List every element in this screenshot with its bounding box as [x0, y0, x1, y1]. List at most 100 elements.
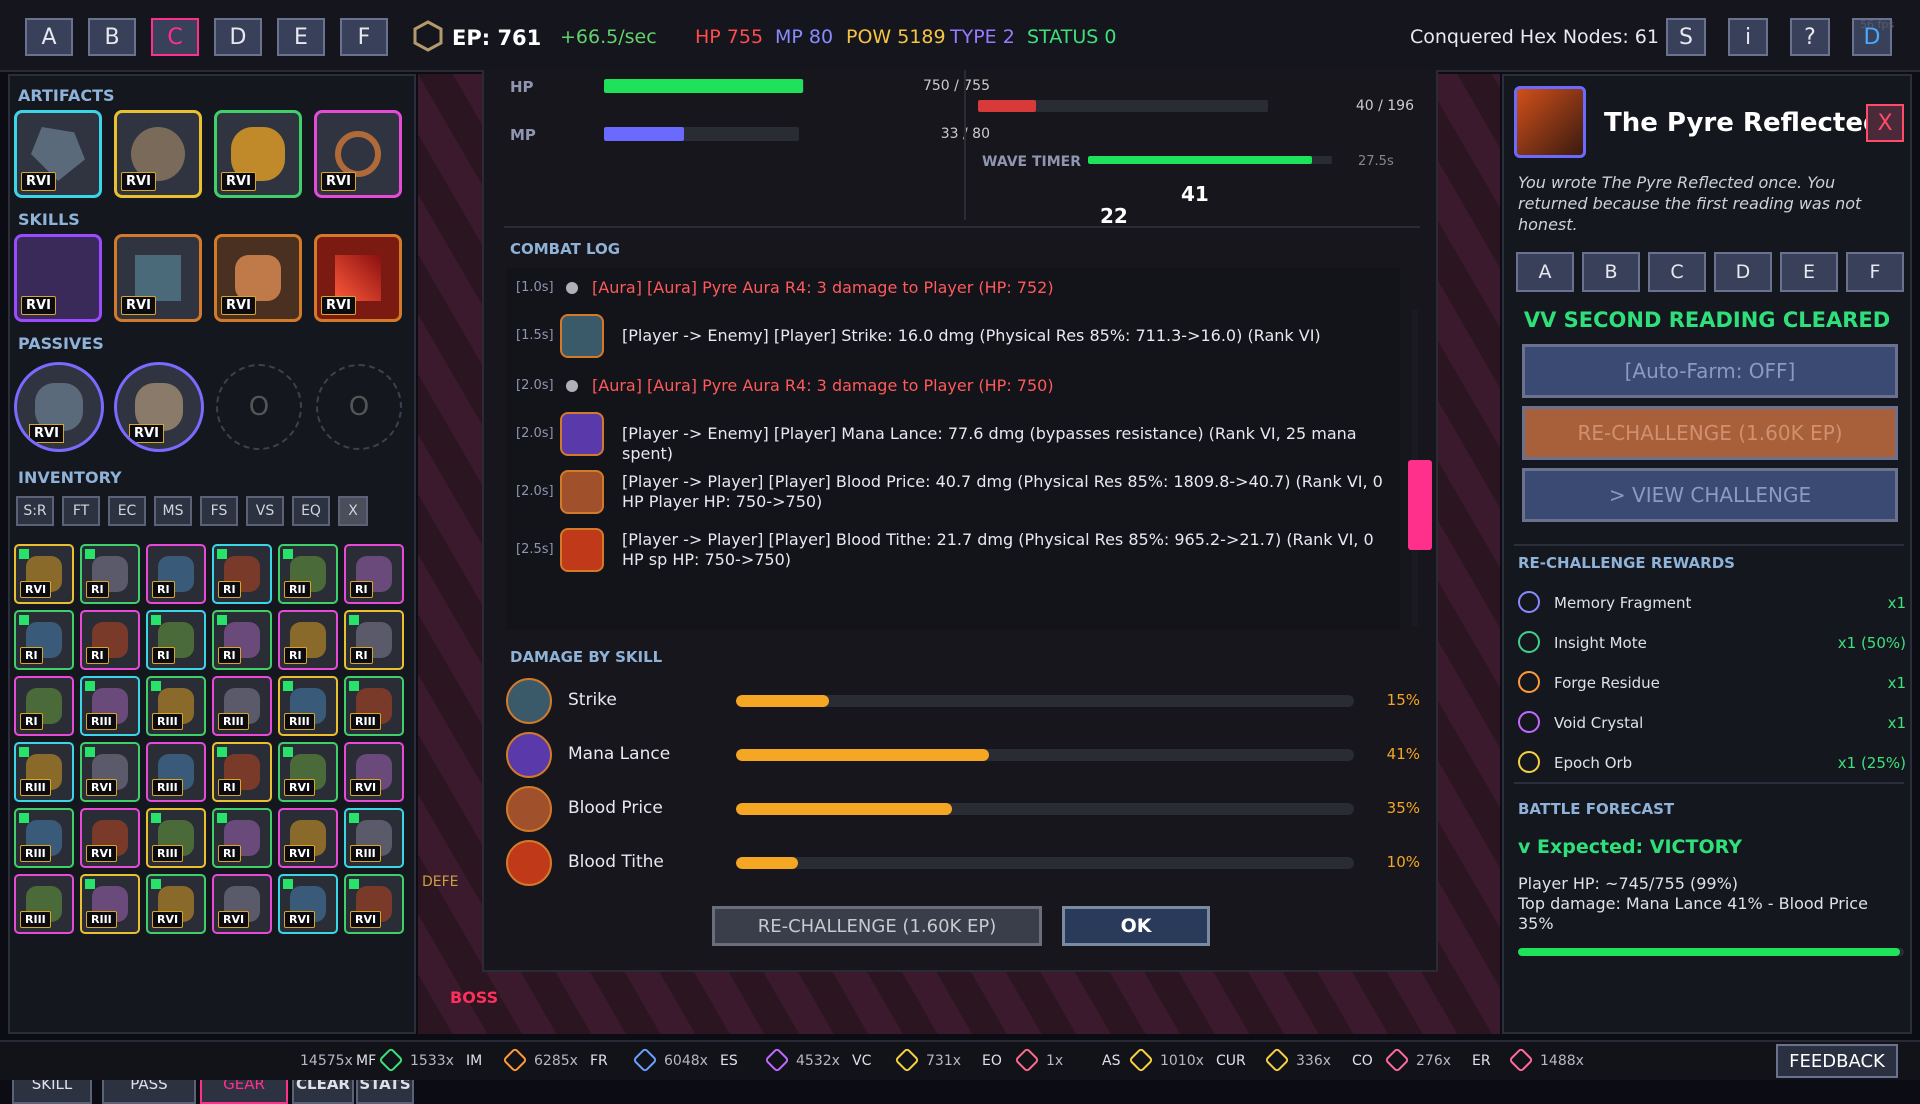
artifact-slot[interactable]: RVI — [14, 110, 102, 198]
inventory-item[interactable]: RI — [212, 544, 272, 604]
inventory-item[interactable]: RI — [14, 676, 74, 736]
inventory-item[interactable]: RVI — [278, 874, 338, 934]
inventory-item[interactable]: RI — [278, 610, 338, 670]
reading-tab[interactable]: F — [1846, 252, 1904, 292]
inventory-item[interactable]: RVI — [80, 742, 140, 802]
close-button[interactable]: X — [1866, 104, 1904, 142]
rarity-label: RVI — [284, 911, 316, 928]
inventory-item[interactable]: RIII — [146, 742, 206, 802]
inventory-item[interactable]: RI — [212, 610, 272, 670]
inventory-item[interactable]: RVI — [278, 808, 338, 868]
inventory-item[interactable]: RIII — [344, 676, 404, 736]
new-indicator — [85, 681, 95, 691]
artifact-slot[interactable]: RVI — [314, 110, 402, 198]
inventory-item[interactable]: RIII — [212, 676, 272, 736]
reading-tab[interactable]: C — [1648, 252, 1706, 292]
inventory-item[interactable]: RIII — [278, 676, 338, 736]
inventory-item[interactable]: RVI — [80, 808, 140, 868]
inventory-item[interactable]: RI — [146, 544, 206, 604]
inventory-item[interactable]: RIII — [14, 808, 74, 868]
rechallenge-button[interactable]: RE-CHALLENGE (1.60K EP) — [712, 906, 1042, 946]
inventory-item[interactable]: RI — [14, 610, 74, 670]
inventory-item[interactable]: RI — [80, 610, 140, 670]
passive-slot[interactable]: RVI — [14, 362, 104, 452]
reward-qty: x1 — [1887, 594, 1906, 612]
tab-c[interactable]: C — [151, 18, 199, 56]
skill-blood-price[interactable]: RVI — [214, 234, 302, 322]
tab-a[interactable]: A — [25, 18, 73, 56]
inventory-item[interactable]: RI — [146, 610, 206, 670]
rarity-label: RIII — [218, 713, 249, 730]
inventory-item[interactable]: RI — [344, 544, 404, 604]
new-indicator — [217, 747, 227, 757]
inventory-title: INVENTORY — [18, 468, 122, 487]
inventory-item[interactable]: RIII — [14, 874, 74, 934]
filter-tab[interactable]: FS — [200, 496, 238, 526]
inventory-item[interactable]: RVI — [212, 874, 272, 934]
feedback-button[interactable]: FEEDBACK — [1776, 1044, 1898, 1078]
inventory-item[interactable]: RII — [278, 544, 338, 604]
inventory-item[interactable]: RI — [212, 742, 272, 802]
rechallenge-side-button[interactable]: RE-CHALLENGE (1.60K EP) — [1522, 406, 1898, 460]
filter-tab[interactable]: FT — [62, 496, 100, 526]
info-button[interactable]: i — [1728, 18, 1768, 56]
filter-tab[interactable]: VS — [246, 496, 284, 526]
tab-e[interactable]: E — [277, 18, 325, 56]
inventory-item[interactable]: RIII — [146, 808, 206, 868]
hp-label: HP — [510, 78, 534, 96]
inventory-item[interactable]: RIII — [14, 742, 74, 802]
log-time: [1.0s] — [516, 280, 554, 295]
tab-d[interactable]: D — [214, 18, 262, 56]
new-indicator — [19, 549, 29, 559]
inventory-item[interactable]: RI — [212, 808, 272, 868]
aura-dot-icon — [566, 282, 578, 294]
filter-tab[interactable]: MS — [154, 496, 192, 526]
skill-mana-lance[interactable]: RVI — [14, 234, 102, 322]
reading-tab[interactable]: A — [1516, 252, 1574, 292]
inventory-item[interactable]: RVI — [14, 544, 74, 604]
rarity-label: RI — [218, 779, 241, 796]
inventory-item[interactable]: RVI — [344, 742, 404, 802]
artifact-slot[interactable]: RVI — [214, 110, 302, 198]
skill-strike[interactable]: RVI — [114, 234, 202, 322]
combat-log[interactable]: [1.0s] [Aura] [Aura] Pyre Aura R4: 3 dama… — [506, 268, 1400, 630]
new-indicator — [85, 747, 95, 757]
scrollbar-thumb[interactable] — [1408, 460, 1432, 550]
inventory-item[interactable]: RIII — [80, 874, 140, 934]
help-button[interactable]: ? — [1790, 18, 1830, 56]
fist-icon — [235, 255, 281, 301]
skill-blood-tithe[interactable]: RVI — [314, 234, 402, 322]
passive-slot[interactable]: RVI — [114, 362, 204, 452]
empty-passive-slot[interactable]: O — [216, 364, 302, 450]
empty-passive-slot[interactable]: O — [316, 364, 402, 450]
view-challenge-button[interactable]: > VIEW CHALLENGE — [1522, 468, 1898, 522]
passives-title: PASSIVES — [18, 334, 104, 353]
resource-count: 4532x — [796, 1053, 840, 1069]
filter-tab[interactable]: S:R — [16, 496, 54, 526]
inventory-item[interactable]: RVI — [278, 742, 338, 802]
tab-f[interactable]: F — [340, 18, 388, 56]
filter-tab[interactable]: EQ — [292, 496, 330, 526]
reading-tab[interactable]: D — [1714, 252, 1772, 292]
s-button[interactable]: S — [1666, 18, 1706, 56]
player-mp-bar — [604, 127, 799, 141]
inventory-item[interactable]: RIII — [344, 808, 404, 868]
reading-tab[interactable]: E — [1780, 252, 1838, 292]
auto-farm-button[interactable]: [Auto-Farm: OFF] — [1522, 344, 1898, 398]
inventory-item[interactable]: RVI — [146, 874, 206, 934]
inventory-item[interactable]: RIII — [146, 676, 206, 736]
inventory-item[interactable]: RI — [344, 610, 404, 670]
tab-b[interactable]: B — [88, 18, 136, 56]
inventory-item[interactable]: RVI — [344, 874, 404, 934]
artifact-slot[interactable]: RVI — [114, 110, 202, 198]
wave-timer-label: WAVE TIMER — [982, 154, 1082, 170]
reading-tab[interactable]: B — [1582, 252, 1640, 292]
rarity-label: RVI — [284, 845, 316, 862]
combat-log-scrollbar[interactable] — [1408, 310, 1432, 626]
inventory-item[interactable]: RIII — [80, 676, 140, 736]
status-stat: STATUS 0 — [1027, 26, 1117, 48]
filter-tab[interactable]: EC — [108, 496, 146, 526]
filter-clear[interactable]: X — [338, 496, 368, 526]
inventory-item[interactable]: RI — [80, 544, 140, 604]
ok-button[interactable]: OK — [1062, 906, 1210, 946]
